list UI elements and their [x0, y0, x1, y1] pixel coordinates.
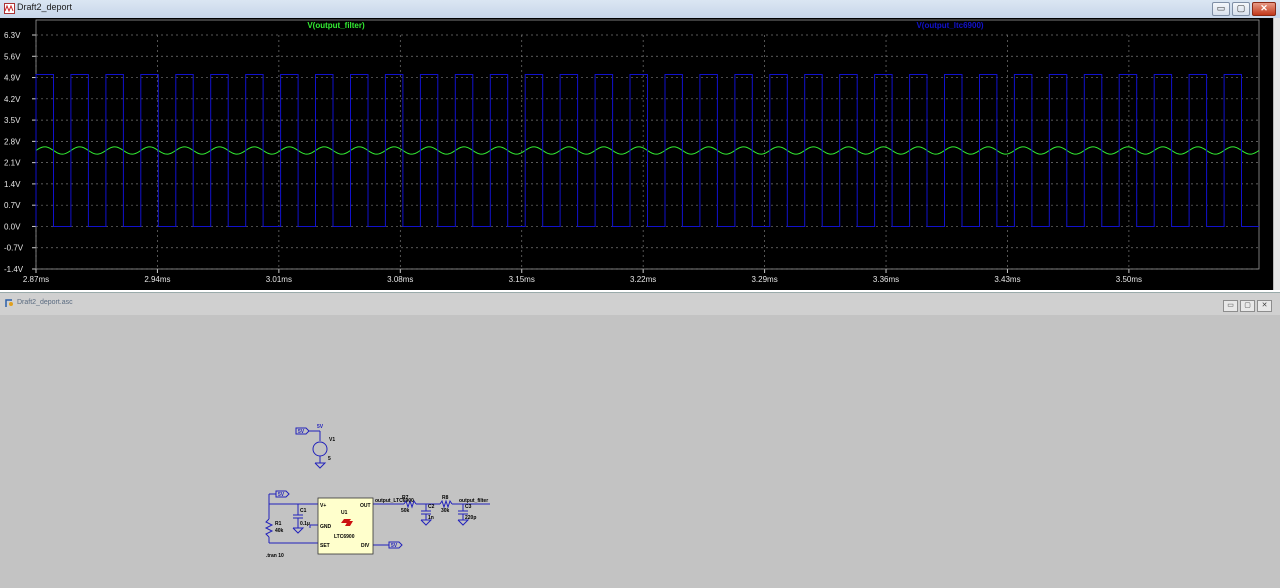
waveform-window-title: Draft2_deport: [17, 2, 73, 12]
x-tick-label: 3.43ms: [994, 275, 1020, 284]
net-label-output-filter: output_filter: [459, 498, 488, 504]
y-tick-label: 2.8V: [4, 137, 21, 146]
y-tick-label: 4.2V: [4, 95, 21, 104]
schematic-drawing[interactable]: 5V 5V V1 5 5V V+ GND SET OUT DIV U1 LTC6…: [2, 315, 1278, 586]
net-flag-5v-top-label: 5V: [298, 429, 305, 435]
x-tick-label: 3.29ms: [751, 275, 777, 284]
schematic-window-title: Draft2_deport.asc: [17, 299, 73, 306]
c2-name: C2: [428, 504, 435, 510]
r1-name: R1: [275, 521, 282, 527]
pin-vplus: V+: [320, 503, 326, 509]
c3-value: 220p: [465, 515, 476, 521]
y-tick-label: -0.7V: [4, 244, 24, 253]
v1-top-label: 5V: [317, 424, 324, 430]
v1-value: 5: [328, 456, 331, 462]
r7-name: R7: [402, 495, 409, 501]
y-tick-label: 0.7V: [4, 201, 21, 210]
r8-value: 30k: [441, 508, 450, 514]
y-tick-label: 5.6V: [4, 52, 21, 61]
trace-label-2[interactable]: V(output_ltc6900): [916, 21, 983, 30]
x-tick-label: 3.15ms: [509, 275, 535, 284]
ground-symbol[interactable]: [314, 462, 327, 469]
waveform-chart[interactable]: 6.3V 5.6V 4.9V 4.2V 3.5V 2.8V 2.1V 1.4V 0.7V 0.0V…: [0, 18, 1273, 290]
c3-name: C3: [465, 504, 472, 510]
schematic-window: Draft2_deport.asc ▭ ▢ ✕ 5V 5V V1 5 5V V+…: [0, 292, 1280, 588]
schematic-close-button[interactable]: ✕: [1257, 300, 1272, 312]
x-tick-label: 3.22ms: [630, 275, 656, 284]
y-tick-label: 4.9V: [4, 74, 21, 83]
net-flag-5v-div-label: 5V: [391, 543, 398, 549]
pin-out: OUT: [360, 503, 371, 509]
r7-value: 50k: [401, 508, 410, 514]
pin-gnd: GND: [320, 524, 332, 530]
resistor-r8[interactable]: [439, 499, 453, 509]
schematic-maximize-button[interactable]: ▢: [1240, 300, 1255, 312]
c1-name: C1: [300, 508, 307, 514]
x-tick-label: 2.87ms: [23, 275, 49, 284]
plot-scrollbar[interactable]: [1273, 18, 1280, 290]
y-tick-label: -1.4V: [4, 265, 24, 274]
y-tick-label: 6.3V: [4, 31, 21, 40]
close-button[interactable]: ✕: [1252, 2, 1276, 16]
spice-directive: .tran 10: [266, 553, 284, 559]
y-tick-label: 2.1V: [4, 159, 21, 168]
trace-label-1[interactable]: V(output_filter): [307, 21, 365, 30]
close-icon: ✕: [1261, 302, 1268, 309]
v1-name: V1: [329, 437, 335, 443]
y-tick-label: 3.5V: [4, 116, 21, 125]
pin-set: SET: [320, 543, 330, 549]
maximize-icon: ▢: [1236, 3, 1246, 13]
u1-part: LTC6900: [334, 534, 355, 540]
schematic-app-icon: [5, 299, 13, 307]
r8-name: R8: [442, 495, 449, 501]
x-tick-label: 3.50ms: [1116, 275, 1142, 284]
waveform-titlebar[interactable]: Draft2_deport ▭ ▢ ✕: [0, 0, 1280, 19]
series-line-2[interactable]: [35, 74, 1259, 227]
minimize-icon: ▭: [1216, 3, 1226, 13]
waveform-plot-pane[interactable]: 6.3V 5.6V 4.9V 4.2V 3.5V 2.8V 2.1V 1.4V 0.7V 0.0V…: [0, 18, 1273, 290]
schematic-titlebar[interactable]: Draft2_deport.asc ▭ ▢ ✕: [0, 293, 1280, 315]
c1-value: 0.1µ: [300, 521, 310, 527]
maximize-icon: ▢: [1244, 302, 1251, 309]
pin-div: DIV: [361, 543, 370, 549]
r1-value: 40k: [275, 528, 284, 534]
c2-value: 1n: [428, 515, 434, 521]
close-icon: ✕: [1260, 3, 1268, 13]
waveform-window: Draft2_deport ▭ ▢ ✕ 6.3V 5.6V 4.9V 4.2V 3.5V…: [0, 0, 1280, 290]
x-tick-label: 2.94ms: [144, 275, 170, 284]
x-tick-label: 3.36ms: [873, 275, 899, 284]
y-tick-label: 1.4V: [4, 180, 21, 189]
schematic-canvas[interactable]: 5V 5V V1 5 5V V+ GND SET OUT DIV U1 LTC6…: [2, 315, 1278, 586]
y-tick-label: 0.0V: [4, 222, 21, 231]
net-flag-5v-vplus-label: 5V: [278, 492, 285, 498]
ground-symbol[interactable]: [292, 527, 305, 534]
schematic-minimize-button[interactable]: ▭: [1223, 300, 1238, 312]
minimize-icon: ▭: [1227, 302, 1234, 309]
voltage-source-v1[interactable]: [312, 441, 328, 457]
u1-name: U1: [341, 510, 348, 516]
maximize-button[interactable]: ▢: [1232, 2, 1250, 16]
minimize-button[interactable]: ▭: [1212, 2, 1230, 16]
x-tick-label: 3.01ms: [266, 275, 292, 284]
resistor-r1[interactable]: [264, 518, 274, 538]
x-tick-label: 3.08ms: [387, 275, 413, 284]
waveform-app-icon: [4, 3, 15, 14]
